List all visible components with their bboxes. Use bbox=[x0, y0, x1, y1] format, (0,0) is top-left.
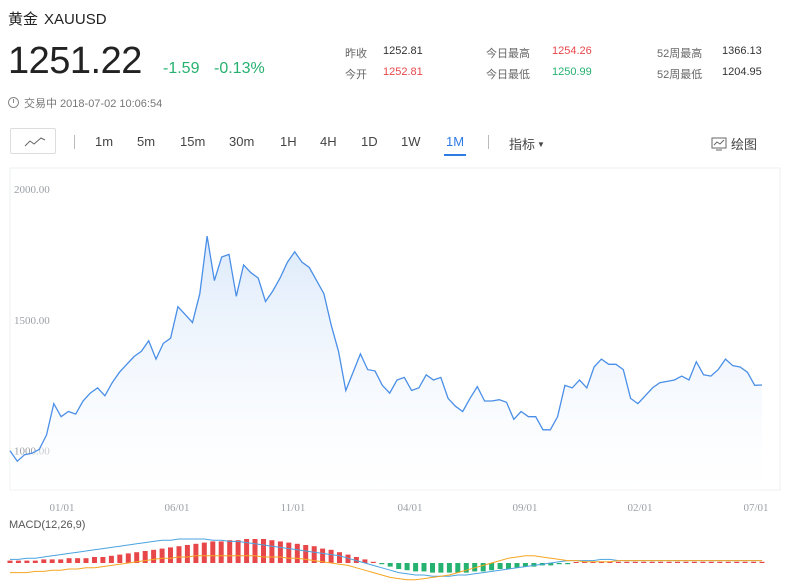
macd-histogram-bar bbox=[624, 561, 630, 563]
macd-histogram-bar bbox=[320, 548, 326, 563]
macd-histogram-bar bbox=[556, 563, 562, 565]
macd-histogram-bar bbox=[227, 540, 233, 563]
macd-histogram-bar bbox=[658, 561, 664, 563]
macd-histogram-bar bbox=[446, 563, 452, 573]
price-chart[interactable]: 2000.001500.001000.00 01/01 06/01 11/01 04/… bbox=[0, 0, 796, 582]
macd-histogram-bar bbox=[489, 563, 495, 571]
macd-histogram-bar bbox=[506, 563, 511, 569]
macd-histogram-bar bbox=[100, 557, 106, 563]
macd-histogram-bar bbox=[201, 542, 207, 563]
macd-histogram-bar bbox=[7, 560, 13, 563]
y-tick-label: 1500.00 bbox=[14, 315, 50, 327]
macd-histogram-bar bbox=[15, 560, 21, 563]
macd-histogram-bar bbox=[75, 558, 81, 563]
macd-histogram-bar bbox=[117, 554, 123, 563]
macd-histogram-bar bbox=[396, 563, 402, 569]
x-tick-label: 04/01 bbox=[397, 502, 422, 514]
x-tick-label: 07/01 bbox=[743, 502, 768, 514]
x-tick-label: 06/01 bbox=[164, 502, 189, 514]
macd-histogram-bar bbox=[269, 540, 275, 563]
macd-histogram-bar bbox=[159, 548, 165, 563]
macd-histogram-bar bbox=[379, 563, 385, 565]
macd-histogram-bar bbox=[24, 560, 30, 563]
macd-histogram-bar bbox=[413, 563, 419, 572]
macd-histogram-bar bbox=[151, 549, 157, 563]
macd-histogram-bar bbox=[58, 559, 64, 563]
y-tick-label: 2000.00 bbox=[14, 184, 50, 196]
macd-histogram-bar bbox=[294, 543, 300, 563]
macd-histogram-bar bbox=[108, 555, 114, 563]
macd-histogram-bar bbox=[370, 561, 376, 563]
macd-dif-line bbox=[10, 538, 762, 577]
macd-histogram-bar bbox=[615, 561, 621, 563]
macd-histogram-bar bbox=[421, 563, 427, 572]
macd-histogram-bar bbox=[430, 563, 435, 573]
macd-histogram-bar bbox=[649, 561, 655, 563]
x-tick-label: 11/01 bbox=[281, 502, 306, 514]
macd-label: MACD(12,26,9) bbox=[9, 519, 85, 531]
macd-histogram-bar bbox=[691, 561, 697, 563]
macd-histogram-bar bbox=[193, 543, 199, 563]
macd-histogram-bar bbox=[184, 545, 190, 563]
macd-histogram-bar bbox=[66, 558, 72, 563]
macd-histogram-bar bbox=[168, 547, 173, 563]
x-tick-label: 02/01 bbox=[627, 502, 652, 514]
macd-histogram-bar bbox=[717, 561, 723, 563]
macd-histogram-bar bbox=[759, 561, 765, 563]
macd-histogram-bar bbox=[751, 561, 757, 563]
macd-histogram-bar bbox=[92, 557, 97, 563]
macd-histogram-bar bbox=[218, 541, 224, 563]
x-tick-label: 09/01 bbox=[512, 502, 537, 514]
macd-histogram-bar bbox=[277, 541, 283, 563]
macd-histogram-bar bbox=[261, 539, 266, 563]
macd-histogram-bar bbox=[49, 559, 55, 563]
macd-histogram-bar bbox=[497, 563, 503, 569]
macd-histogram-bar bbox=[176, 546, 182, 563]
macd-histogram-bar bbox=[734, 561, 740, 563]
macd-histogram-bar bbox=[252, 539, 258, 563]
macd-histogram-bar bbox=[125, 553, 131, 563]
macd-histogram-bar bbox=[235, 540, 241, 563]
macd-histogram-bar bbox=[32, 560, 38, 563]
macd-histogram-bar bbox=[337, 552, 342, 563]
macd-histogram-bar bbox=[675, 561, 680, 563]
macd-histogram-bar bbox=[387, 563, 393, 567]
macd-histogram-bar bbox=[742, 561, 748, 563]
macd-histogram-bar bbox=[573, 562, 579, 563]
macd-histogram-bar bbox=[41, 559, 47, 563]
macd-histogram-bar bbox=[438, 563, 444, 573]
macd-histogram-bar bbox=[480, 563, 486, 572]
macd-histogram-bar bbox=[210, 541, 216, 563]
macd-histogram-bar bbox=[565, 563, 571, 565]
price-area bbox=[10, 236, 762, 490]
macd-histogram-bar bbox=[725, 561, 731, 563]
macd-histogram-bar bbox=[666, 561, 672, 563]
macd-dea-line bbox=[10, 555, 762, 581]
macd-histogram-bar bbox=[708, 561, 714, 563]
macd-histogram-bar bbox=[683, 561, 689, 563]
x-tick-label: 01/01 bbox=[49, 502, 74, 514]
macd-histogram-bar bbox=[404, 563, 410, 571]
macd-histogram-bar bbox=[286, 542, 292, 563]
macd-histogram-bar bbox=[83, 558, 89, 563]
macd-histogram-bar bbox=[328, 549, 334, 563]
macd-histogram-bar bbox=[641, 561, 647, 563]
macd-histogram-bar bbox=[700, 561, 706, 563]
macd-histogram-bar bbox=[455, 563, 461, 573]
macd-histogram-bar bbox=[303, 545, 309, 563]
macd-histogram-bar bbox=[632, 561, 638, 563]
